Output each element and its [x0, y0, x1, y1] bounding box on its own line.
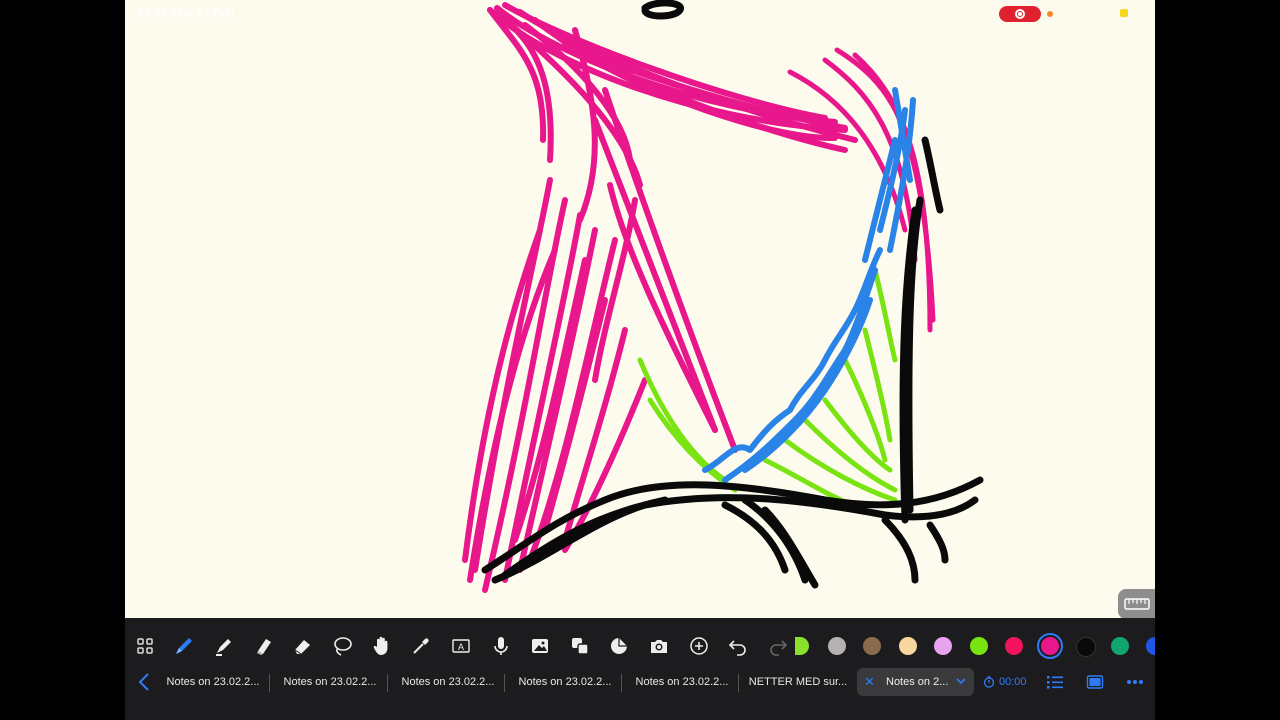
- color-swatch-light-green[interactable]: [795, 637, 809, 655]
- redo-icon[interactable]: [760, 628, 796, 664]
- selected-color-dot: [1041, 637, 1059, 655]
- sticker-icon[interactable]: [601, 628, 637, 664]
- ruler-icon: [1123, 598, 1150, 610]
- shapes-icon[interactable]: [562, 628, 598, 664]
- tab-notes-4[interactable]: Notes on 23.02.2...: [512, 666, 618, 698]
- more-icon: [1127, 680, 1143, 684]
- tab-active[interactable]: ✕ Notes on 2...: [857, 668, 974, 696]
- battery-icon: [1120, 9, 1128, 17]
- ruler-button[interactable]: [1118, 589, 1155, 619]
- grid-view-icon[interactable]: [127, 628, 163, 664]
- tab-label: Notes on 23.02.2...: [401, 676, 495, 688]
- color-swatch-blue[interactable]: [1146, 637, 1155, 655]
- tab-label: Notes on 23.02.2...: [283, 676, 377, 688]
- black-strokes: [481, 0, 984, 589]
- chevron-down-icon[interactable]: [955, 674, 967, 692]
- tab-divider: [738, 674, 739, 692]
- tab-label: Notes on 23.02.2...: [635, 676, 729, 688]
- document-tabs: Notes on 23.02.2... Notes on 23.02.2... …: [125, 666, 1155, 698]
- timer-display[interactable]: 00:00: [983, 666, 1033, 698]
- color-swatch-magenta-selected[interactable]: [1037, 633, 1063, 659]
- back-button[interactable]: [133, 666, 155, 698]
- color-swatch-teal[interactable]: [1111, 637, 1129, 655]
- tab-divider: [387, 674, 388, 692]
- list-icon: [1047, 676, 1063, 689]
- hand-icon[interactable]: [364, 628, 400, 664]
- color-swatch-black[interactable]: [1076, 637, 1096, 657]
- camera-icon[interactable]: [641, 628, 677, 664]
- tab-label: NETTER MED sur...: [748, 676, 848, 688]
- more-options-button[interactable]: [1123, 666, 1147, 698]
- color-swatch-lime[interactable]: [970, 637, 988, 655]
- tab-label: Notes on 23.02.2...: [166, 676, 260, 688]
- image-icon[interactable]: [522, 628, 558, 664]
- color-swatch-beige[interactable]: [899, 637, 917, 655]
- microphone-icon[interactable]: [483, 628, 519, 664]
- close-tab-icon[interactable]: ✕: [864, 674, 875, 690]
- undo-icon[interactable]: [720, 628, 756, 664]
- chevron-left-icon: [138, 673, 149, 691]
- timer-label: 00:00: [999, 676, 1027, 688]
- notes-app: 13:47 Thu 23 Feb A Notes on 23.02.2... N…: [125, 0, 1155, 720]
- tab-notes-5[interactable]: Notes on 23.02.2...: [629, 666, 735, 698]
- highlighter-icon[interactable]: [206, 628, 242, 664]
- drawing-canvas[interactable]: [125, 0, 1155, 618]
- record-icon: [1015, 9, 1025, 19]
- tab-notes-1[interactable]: Notes on 23.02.2...: [163, 666, 263, 698]
- tab-divider: [504, 674, 505, 692]
- pen-icon[interactable]: [166, 628, 202, 664]
- add-icon[interactable]: [681, 628, 717, 664]
- lasso-icon[interactable]: [324, 628, 360, 664]
- status-bar: 13:47 Thu 23 Feb: [125, 0, 1155, 26]
- screen-recording-indicator[interactable]: [999, 6, 1041, 22]
- active-tab-label: Notes on 2...: [886, 676, 949, 688]
- svg-text:A: A: [458, 642, 464, 652]
- bottom-toolbar: A Notes on 23.02.2... Notes on 23.02.2..…: [125, 618, 1155, 720]
- pink-top-strokes: [487, 2, 858, 188]
- text-box-icon[interactable]: A: [443, 628, 479, 664]
- tool-row: A: [125, 628, 1155, 664]
- color-swatch-grey[interactable]: [828, 637, 846, 655]
- list-view-button[interactable]: [1043, 666, 1067, 698]
- tab-label: Notes on 23.02.2...: [518, 676, 612, 688]
- color-swatch-lilac[interactable]: [934, 637, 952, 655]
- tab-notes-2[interactable]: Notes on 23.02.2...: [277, 666, 383, 698]
- status-time: 13:47 Thu 23 Feb: [137, 6, 235, 20]
- mic-indicator-dot: [1047, 11, 1053, 17]
- tab-divider: [269, 674, 270, 692]
- tab-netter[interactable]: NETTER MED sur...: [745, 666, 851, 698]
- eraser-alt-icon[interactable]: [245, 628, 281, 664]
- pipette-icon[interactable]: [403, 628, 439, 664]
- page-layout-icon: [1086, 675, 1104, 689]
- tab-divider: [621, 674, 622, 692]
- color-swatch-brown[interactable]: [863, 637, 881, 655]
- tab-notes-3[interactable]: Notes on 23.02.2...: [395, 666, 501, 698]
- timer-icon: [983, 676, 995, 688]
- color-swatch-red[interactable]: [1005, 637, 1023, 655]
- page-layout-button[interactable]: [1083, 666, 1107, 698]
- eraser-icon[interactable]: [285, 628, 321, 664]
